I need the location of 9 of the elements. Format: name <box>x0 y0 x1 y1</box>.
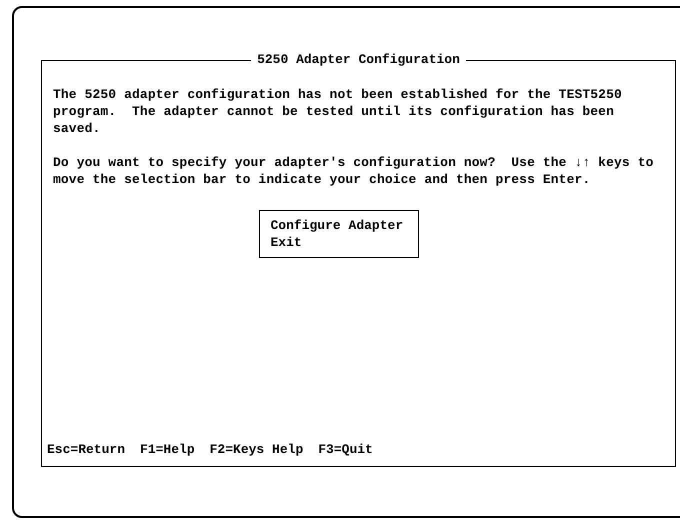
function-key-hint: F2=Keys Help <box>210 441 304 458</box>
function-key-hint: F3=Quit <box>318 441 373 458</box>
function-key-hint: Esc=Return <box>47 441 126 458</box>
message-text: The 5250 adapter configuration has not been established for the TEST5250 program. The adapter cannot be tested until its configuration has been saved. <box>53 86 623 137</box>
function-key-hint: F1=Help <box>140 441 195 458</box>
menu-item[interactable]: Configure Adapter <box>270 217 406 234</box>
message-text: Do you want to specify your adapter's configuration now? Use the ↓↑ keys to move the selection bar to indicate your choice and then press Enter. <box>53 154 654 188</box>
panel-title: 5250 Adapter Configuration <box>251 51 466 68</box>
menu-item[interactable]: Exit <box>270 234 406 251</box>
